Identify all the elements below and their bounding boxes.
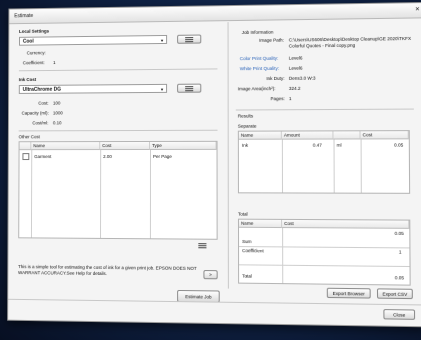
column-header-unit (333, 131, 361, 140)
white-quality-label: White Print Quality: (239, 65, 280, 72)
pages-value: 1 (288, 96, 292, 102)
ink-cost-select[interactable]: UltraChrome DG ▼ (18, 83, 168, 94)
color-quality-label: Color Print Quality: (239, 55, 279, 62)
white-quality-value: Level6 (288, 65, 303, 71)
disclaimer-note: This is a simple tool for estimating the… (18, 264, 197, 277)
column-divider (360, 139, 362, 193)
row-checkbox[interactable] (22, 153, 30, 161)
row-amount: 0.47 (312, 142, 322, 148)
image-path-label: Image Path: (259, 37, 284, 43)
total-results-table: Name Cost 0.05 Sum Coefficient 1 Total 0… (237, 218, 411, 286)
other-cost-table: Name Cost Type Garment 2.00 Per Page (18, 140, 218, 240)
ink-cost-amount: 100 (52, 100, 61, 106)
list-icon (185, 85, 193, 91)
column-header-name: Name (238, 131, 282, 140)
currency-label: Currency: (26, 50, 46, 56)
cost-per-ml-label: Cost/ml: (32, 120, 49, 126)
color-quality-value: Level6 (288, 55, 303, 61)
close-button[interactable]: Close (383, 309, 416, 320)
column-divider (282, 228, 284, 284)
row-cost: 2.00 (103, 154, 112, 160)
column-header-cost: Cost (360, 131, 409, 140)
row-unit: ml (336, 142, 342, 148)
row-name: Sum (242, 238, 252, 245)
separate-results-table: Name Amount Cost Ink 0.47 ml 0.05 (237, 130, 411, 194)
row-name: Garment (34, 154, 52, 160)
column-header-cost: Cost (282, 219, 410, 229)
image-area-value: 324.2 (288, 85, 301, 91)
help-button[interactable]: > (203, 270, 218, 280)
list-icon (185, 36, 193, 42)
column-divider (30, 150, 33, 238)
row-type: Per Page (153, 153, 172, 159)
export-csv-button[interactable]: Export CSV (376, 288, 413, 300)
local-settings-select[interactable]: Cool ▼ (18, 34, 168, 46)
chevron-down-icon: ▼ (160, 86, 165, 92)
title-bar: Estimate × (9, 3, 421, 25)
column-divider (333, 139, 335, 193)
column-header-type: Type (150, 141, 217, 150)
local-settings-edit-button[interactable] (177, 34, 202, 44)
list-icon (198, 243, 207, 249)
row-cost: 1 (398, 249, 402, 255)
row-cost: 0.05 (394, 230, 404, 237)
ink-duty-value: Dens3.0 W:3 (288, 75, 316, 81)
estimate-dialog: Estimate × Local Settings Cool ▼ Currenc… (7, 2, 421, 328)
column-divider (100, 150, 102, 238)
panel-divider (227, 22, 229, 289)
capacity-value: 1000 (52, 110, 63, 116)
row-name: Total (242, 273, 252, 279)
chevron-down-icon: ▼ (160, 37, 165, 44)
checkbox-column-header (19, 142, 32, 151)
ink-cost-label: Cost: (38, 100, 49, 106)
column-header-cost: Cost (100, 141, 151, 151)
column-header-name: Name (239, 219, 283, 229)
ink-cost-title: Ink Cost (18, 77, 37, 83)
column-header-name: Name (31, 142, 101, 151)
job-info-title: Job Information (241, 29, 274, 35)
results-title: Results (237, 113, 254, 119)
separator (18, 129, 218, 132)
separator (18, 68, 218, 72)
coefficient-value: 1 (53, 60, 56, 66)
close-icon[interactable]: × (415, 3, 419, 17)
ink-cost-value: UltraChrome DG (22, 86, 62, 93)
column-header-amount: Amount (281, 131, 334, 140)
pages-label: Pages: (270, 96, 285, 102)
column-divider (149, 149, 152, 239)
cost-per-ml-value: 0.10 (52, 120, 62, 126)
coefficient-label: Coefficient: (22, 60, 45, 66)
ink-cost-edit-button[interactable] (177, 83, 202, 93)
other-cost-title: Other Cost (18, 134, 40, 140)
column-divider (281, 139, 284, 193)
image-area-label: Image Area(inch²): (237, 86, 276, 92)
window-title: Estimate (14, 13, 34, 20)
row-cost: 0.05 (394, 275, 405, 281)
row-name: Ink (241, 142, 249, 148)
row-divider (239, 264, 410, 268)
separate-label: Separate (237, 123, 257, 129)
row-cost: 0.05 (394, 142, 404, 148)
image-path-value: C:\Users\US606\Desktop\Desktop Cleanup\G… (288, 35, 412, 49)
local-settings-title: Local Settings (19, 28, 50, 34)
local-settings-value: Cool (22, 38, 34, 45)
export-browser-button[interactable]: Export Browser (326, 287, 371, 299)
total-label: Total (237, 211, 248, 217)
capacity-label: Capacity (ml): (21, 110, 49, 116)
ink-duty-label: Ink Duty: (266, 75, 285, 82)
row-divider (239, 246, 410, 249)
separator (235, 108, 414, 111)
row-name: Coefficient (242, 248, 264, 254)
other-cost-edit-button[interactable] (195, 242, 209, 250)
